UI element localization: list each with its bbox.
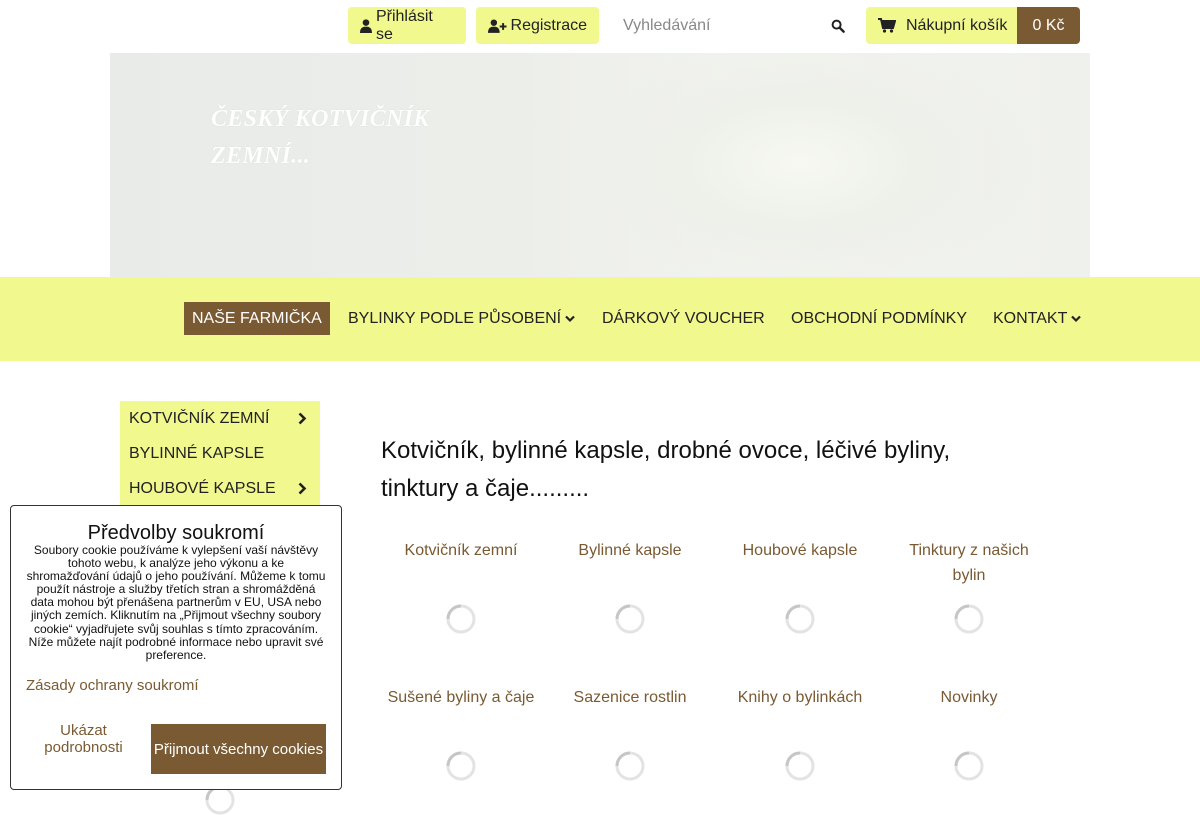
hero-title-line2: ZEMNÍ... <box>211 143 311 169</box>
user-icon <box>360 18 372 33</box>
loading-spinner-icon <box>785 604 815 634</box>
login-label: Přihlásit se <box>375 7 433 43</box>
sidebar-item-label: HOUBOVÉ KAPSLE <box>129 479 276 497</box>
search-input[interactable] <box>609 7 819 44</box>
nav-item-bylinky[interactable]: BYLINKY PODLE PŮSOBENÍ <box>348 302 575 335</box>
cart-label: Nákupní košík <box>906 16 1008 34</box>
nav-item-podminky[interactable]: OBCHODNÍ PODMÍNKY <box>791 302 967 335</box>
nav-item-label: NAŠE FARMIČKA <box>192 309 322 327</box>
loading-spinner-icon <box>785 751 815 781</box>
page-title: Kotvičník, bylinné kapsle, drobné ovoce,… <box>381 437 951 502</box>
register-button[interactable]: Registrace <box>476 7 599 44</box>
loading-spinner-icon <box>615 604 645 634</box>
loading-spinner-icon <box>954 751 984 781</box>
sidebar-item-label: KOTVIČNÍK ZEMNÍ <box>129 409 270 427</box>
main-nav: NAŠE FARMIČKA BYLINKY PODLE PŮSOBENÍ DÁR… <box>0 277 1200 361</box>
cookie-consent-dialog: Předvolby soukromí Soubory cookie použív… <box>10 505 342 790</box>
category-houbove-kapsle[interactable]: Houbové kapsle <box>725 538 875 563</box>
nav-item-label: KONTAKT <box>993 309 1068 327</box>
sidebar-item-label: BYLINNÉ KAPSLE <box>129 444 265 462</box>
cart-button[interactable]: Nákupní košík 0 Kč <box>866 7 1080 44</box>
accept-all-cookies-button[interactable]: Přijmout všechny cookies <box>151 724 326 774</box>
cookie-dialog-title: Předvolby soukromí <box>87 522 265 544</box>
loading-spinner-icon <box>954 604 984 634</box>
category-bylinne-kapsle[interactable]: Bylinné kapsle <box>555 538 705 563</box>
category-sazenice[interactable]: Sazenice rostlin <box>555 685 705 710</box>
user-plus-icon <box>488 18 507 33</box>
show-details-button[interactable]: Ukázat podrobnosti <box>26 722 141 756</box>
category-tinktury[interactable]: Tinktury z našich bylin <box>894 538 1044 588</box>
nav-item-kontakt[interactable]: KONTAKT <box>993 302 1082 335</box>
search-icon[interactable] <box>831 19 845 33</box>
category-kotvicnik-zemni[interactable]: Kotvičník zemní <box>386 538 536 563</box>
nav-item-nase-farmicka[interactable]: NAŠE FARMIČKA <box>184 302 330 335</box>
category-knihy[interactable]: Knihy o bylinkách <box>725 685 875 710</box>
hero-title: ČESKÝ KOTVIČNÍK ZEMNÍ... <box>211 101 511 175</box>
cookie-dialog-text: Soubory cookie používáme k vylepšení vaš… <box>26 543 326 662</box>
search-box <box>609 7 855 44</box>
chevron-down-icon <box>565 315 575 322</box>
sidebar-item-bylinne-kapsle[interactable]: BYLINNÉ KAPSLE <box>120 436 320 471</box>
chevron-down-icon <box>1071 315 1082 322</box>
shopping-cart-icon <box>878 18 896 33</box>
nav-item-label: DÁRKOVÝ VOUCHER <box>602 309 765 327</box>
nav-item-label: BYLINKY PODLE PŮSOBENÍ <box>348 309 562 327</box>
privacy-policy-link[interactable]: Zásady ochrany soukromí <box>26 677 199 694</box>
chevron-right-icon <box>298 412 307 425</box>
cart-total: 0 Kč <box>1017 7 1080 44</box>
cart-label-box: Nákupní košík <box>866 7 1017 44</box>
category-sidebar: KOTVIČNÍK ZEMNÍ BYLINNÉ KAPSLE HOUBOVÉ K… <box>120 401 320 506</box>
category-novinky[interactable]: Novinky <box>894 685 1044 710</box>
loading-spinner-icon <box>446 604 476 634</box>
hero-banner: ČESKÝ KOTVIČNÍK ZEMNÍ... <box>110 53 1090 277</box>
sidebar-item-houbove-kapsle[interactable]: HOUBOVÉ KAPSLE <box>120 471 320 506</box>
top-bar: Přihlásit se Registrace Nákupní košík 0 … <box>0 0 1200 52</box>
chevron-right-icon <box>298 482 307 495</box>
nav-item-label: OBCHODNÍ PODMÍNKY <box>791 309 968 327</box>
hero-title-line1: ČESKÝ KOTVIČNÍK <box>211 106 430 132</box>
loading-spinner-icon <box>615 751 645 781</box>
register-label: Registrace <box>510 16 587 34</box>
login-button[interactable]: Přihlásit se <box>348 7 466 44</box>
loading-spinner-icon <box>446 751 476 781</box>
nav-item-voucher[interactable]: DÁRKOVÝ VOUCHER <box>602 302 765 335</box>
sidebar-item-kotvicnik[interactable]: KOTVIČNÍK ZEMNÍ <box>120 401 320 436</box>
category-susene-byliny[interactable]: Sušené byliny a čaje <box>386 685 536 710</box>
